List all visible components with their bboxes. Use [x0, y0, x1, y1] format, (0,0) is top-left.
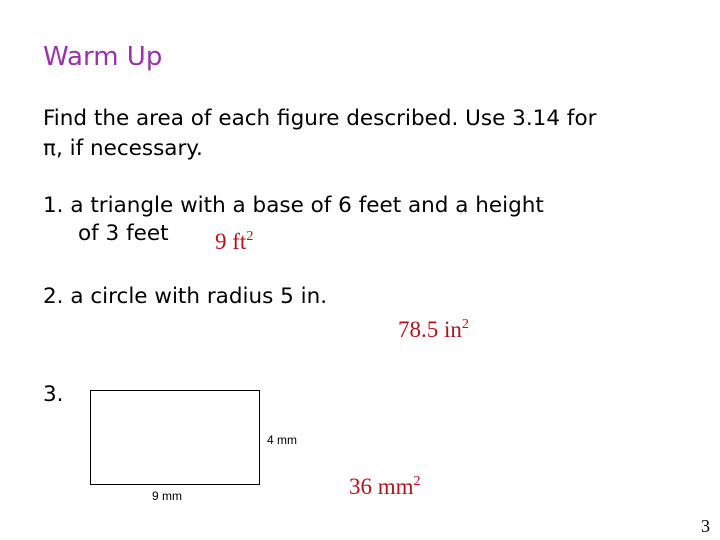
slide-title: Warm Up — [43, 42, 163, 72]
problem-1-answer-exponent: 2 — [246, 229, 254, 244]
instructions-line-1: Find the area of each figure described. … — [43, 106, 597, 131]
problem-3-answer-exponent: 2 — [413, 474, 421, 489]
problem-2-answer: 78.5 in2 — [398, 317, 469, 343]
problem-2-answer-value: 78.5 in — [398, 317, 462, 342]
problem-3-label: 3. — [43, 382, 64, 407]
problem-1-answer-value: 9 ft — [215, 229, 247, 254]
problem-2-answer-exponent: 2 — [461, 317, 469, 332]
page-number: 3 — [701, 516, 710, 536]
instructions-line-2: π, if necessary. — [43, 136, 203, 161]
problem-1-answer: 9 ft2 — [215, 229, 253, 255]
rectangle-height-label: 4 mm — [267, 433, 297, 447]
rectangle-width-label: 9 mm — [152, 489, 182, 503]
problem-1-text-line-2: of 3 feet — [78, 221, 169, 246]
rectangle-figure — [90, 390, 260, 485]
problem-3-answer: 36 mm2 — [349, 474, 421, 500]
problem-2-text: 2. a circle with radius 5 in. — [43, 284, 328, 309]
problem-3-answer-value: 36 mm — [349, 474, 414, 499]
problem-1-text-line-1: 1. a triangle with a base of 6 feet and … — [43, 193, 544, 218]
